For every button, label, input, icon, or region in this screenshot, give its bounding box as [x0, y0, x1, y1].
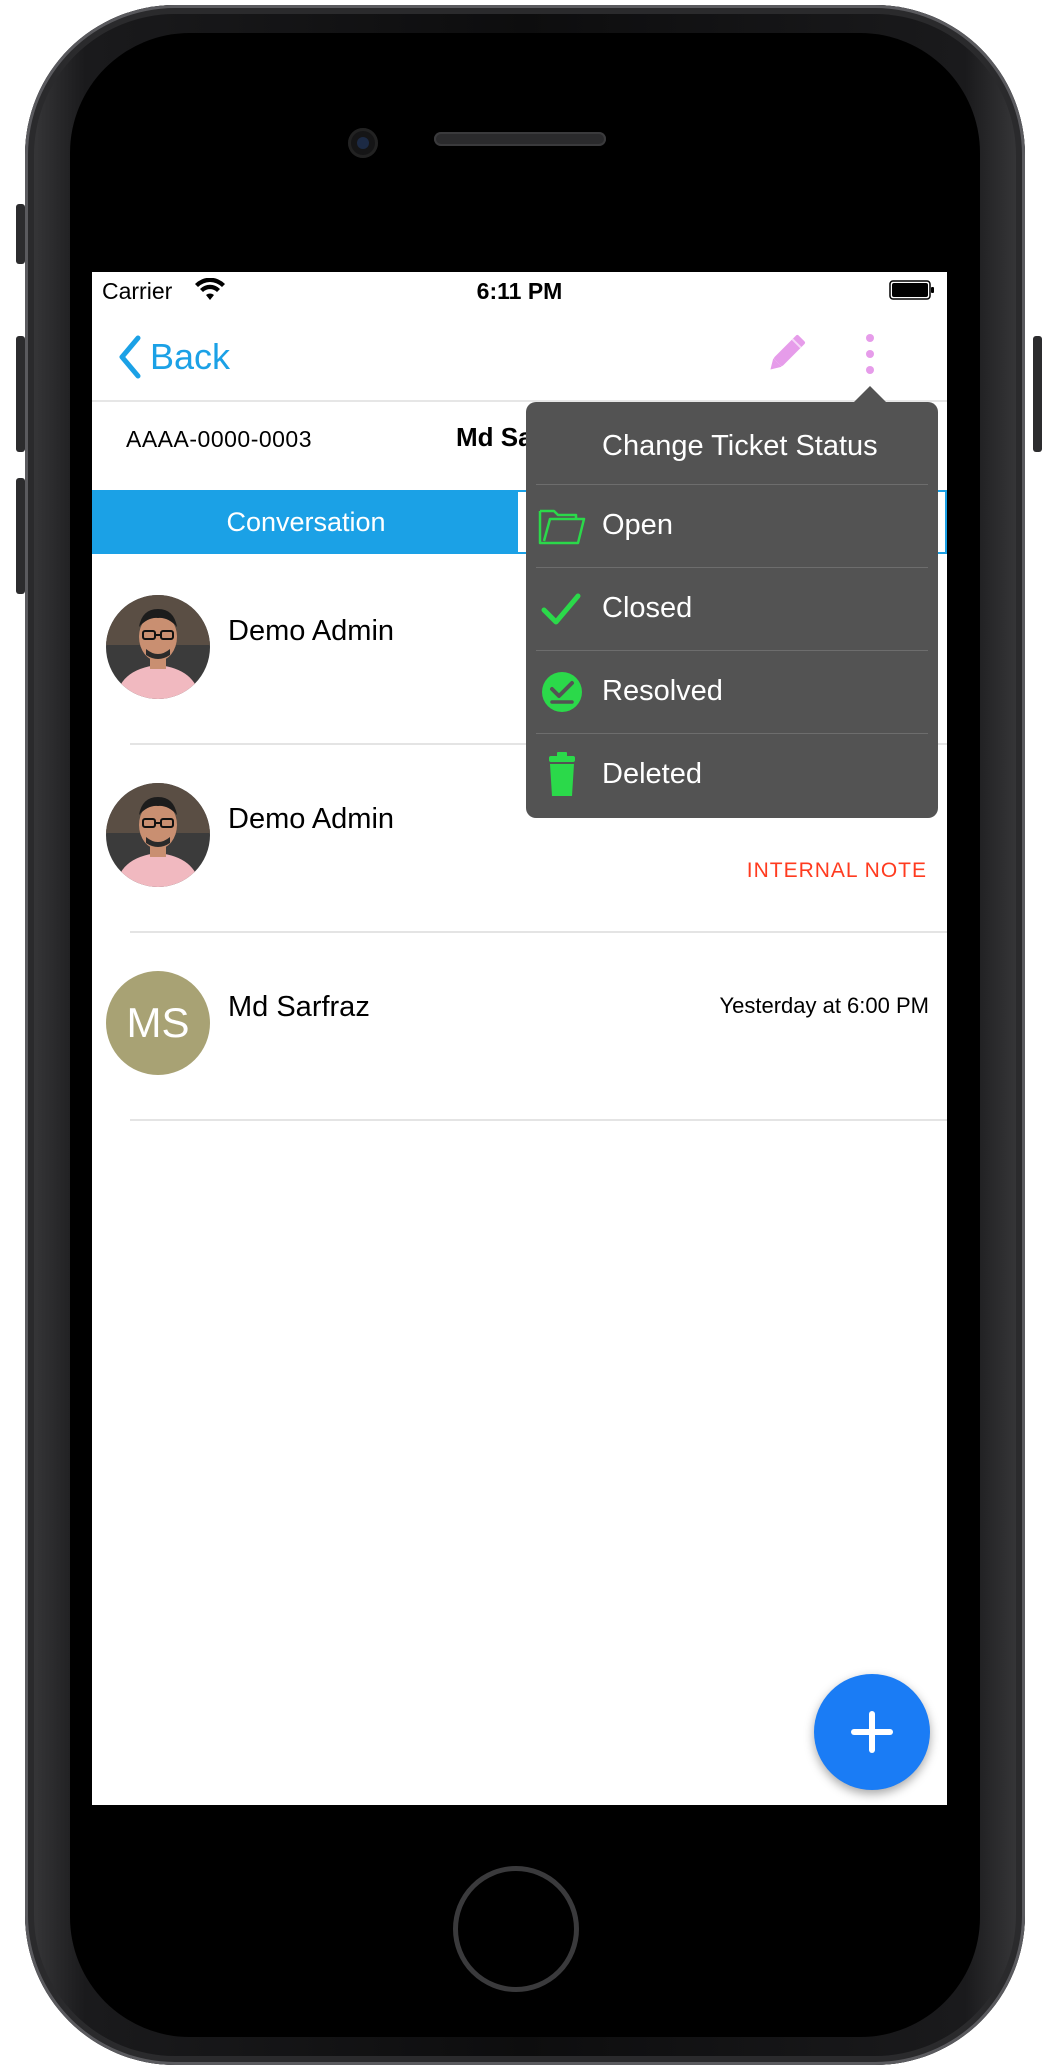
menu-title: Change Ticket Status: [602, 430, 878, 462]
trash-icon: [549, 752, 575, 796]
check-circle-icon: [542, 672, 582, 712]
tab-conversation[interactable]: Conversation: [94, 492, 518, 552]
thread-time: Yesterday at 6:00 PM: [719, 993, 929, 1018]
folder-open-icon: [538, 509, 586, 545]
volume-up-button: [16, 336, 25, 452]
avatar-initials: MS: [106, 971, 210, 1075]
status-time: 6:11 PM: [476, 278, 563, 304]
chevron-left-icon: [119, 335, 141, 379]
menu-item-label: Closed: [602, 592, 693, 624]
pencil-icon[interactable]: [762, 330, 810, 378]
volume-down-button: [16, 478, 25, 594]
menu-item-resolved[interactable]: Resolved: [536, 650, 928, 733]
back-button[interactable]: Back: [116, 334, 230, 380]
battery-icon: [889, 280, 934, 300]
more-vertical-icon[interactable]: [860, 330, 880, 378]
home-button[interactable]: [453, 1866, 579, 1992]
mute-switch: [16, 204, 25, 264]
menu-item-open[interactable]: Open: [536, 484, 928, 567]
ticket-id: AAAA-0000-0003: [126, 426, 313, 452]
back-label: Back: [150, 336, 231, 377]
thread-author: Demo Admin: [228, 615, 395, 647]
power-button: [1033, 336, 1042, 452]
avatar: [106, 595, 210, 699]
menu-item-label: Resolved: [602, 675, 723, 707]
row-divider: [130, 1119, 947, 1121]
menu-item-label: Deleted: [602, 758, 702, 790]
front-camera: [348, 128, 378, 158]
earpiece-speaker: [434, 132, 606, 146]
menu-item-closed[interactable]: Closed: [536, 567, 928, 650]
menu-item-label: Open: [602, 509, 673, 541]
menu-item-deleted[interactable]: Deleted: [536, 733, 928, 816]
menu-pointer: [854, 386, 886, 402]
ticket-status-menu: Change Ticket Status Open Closed Resolve…: [526, 402, 938, 818]
avatar: [106, 783, 210, 887]
add-reply-button[interactable]: [814, 1674, 930, 1790]
navigation-bar: Back: [92, 308, 947, 402]
internal-note-badge: INTERNAL NOTE: [746, 859, 927, 882]
list-item[interactable]: MS Md Sarfraz Yesterday at 6:00 PM: [92, 933, 947, 1121]
thread-author: Md Sarfraz: [228, 991, 370, 1023]
status-bar: Carrier 6:11 PM: [92, 272, 947, 308]
plus-icon-vertical: [869, 1711, 875, 1753]
ticket-requester: Md Sa: [456, 422, 533, 452]
app-screen: Carrier 6:11 PM Back AAAA-0000-0003 Md S…: [92, 272, 947, 1805]
checkmark-icon: [541, 593, 581, 625]
thread-author: Demo Admin: [228, 803, 395, 835]
